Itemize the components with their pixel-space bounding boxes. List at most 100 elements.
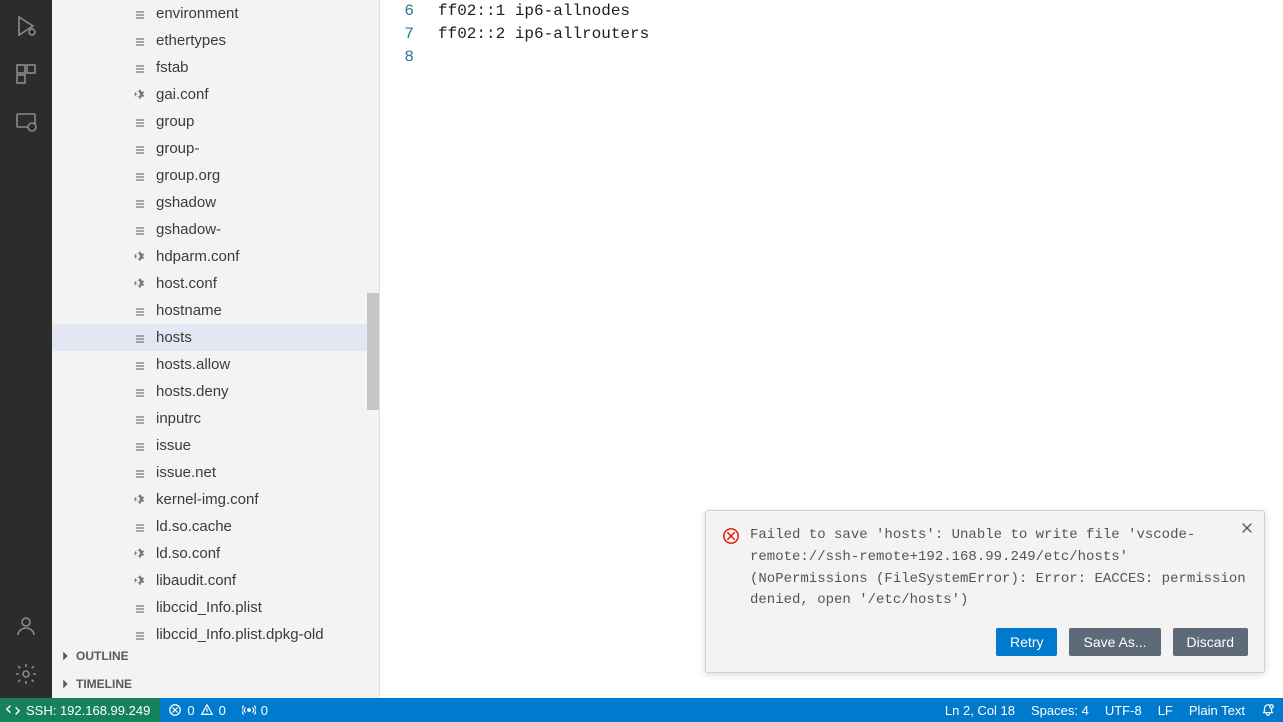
file-item-host-conf[interactable]: host.conf (52, 270, 379, 297)
gear-icon (132, 276, 148, 292)
file-label: hostname (156, 302, 222, 319)
file-item-kernel-img-conf[interactable]: kernel-img.conf (52, 486, 379, 513)
scrollbar-thumb[interactable] (367, 293, 379, 410)
file-item-environment[interactable]: environment (52, 0, 379, 27)
file-icon (132, 411, 148, 427)
file-item-group-[interactable]: group- (52, 135, 379, 162)
eol-indicator[interactable]: LF (1150, 698, 1181, 722)
ports-indicator[interactable]: 0 (234, 698, 276, 722)
gear-icon (132, 87, 148, 103)
file-tree[interactable]: environment ethertypesfstab gai.conf group g… (52, 0, 379, 642)
errors-count: 0 (187, 703, 194, 718)
file-item-libccid-Info-plist-dpkg-old[interactable]: libccid_Info.plist.dpkg-old (52, 621, 379, 642)
file-icon (132, 600, 148, 616)
timeline-label: TIMELINE (76, 677, 132, 691)
file-icon (132, 141, 148, 157)
language-mode[interactable]: Plain Text (1181, 698, 1253, 722)
settings-gear-icon[interactable] (0, 650, 52, 698)
file-item-gshadow[interactable]: gshadow (52, 189, 379, 216)
timeline-panel-header[interactable]: TIMELINE (52, 670, 379, 698)
remote-indicator[interactable]: SSH: 192.168.99.249 (0, 698, 160, 722)
file-icon (132, 438, 148, 454)
file-item-issue[interactable]: issue (52, 432, 379, 459)
file-label: hosts (156, 329, 192, 346)
file-icon (132, 114, 148, 130)
file-item-group-org[interactable]: group.org (52, 162, 379, 189)
file-label: gshadow- (156, 221, 221, 238)
chevron-right-icon (58, 649, 72, 663)
notification-toast: Failed to save 'hosts': Unable to write … (705, 510, 1265, 673)
file-label: group.org (156, 167, 220, 184)
file-label: issue.net (156, 464, 216, 481)
file-item-hdparm-conf[interactable]: hdparm.conf (52, 243, 379, 270)
file-item-hosts-deny[interactable]: hosts.deny (52, 378, 379, 405)
gear-icon (132, 249, 148, 265)
file-label: environment (156, 5, 239, 22)
file-icon (132, 627, 148, 643)
remote-host-label: SSH: 192.168.99.249 (26, 703, 150, 718)
explorer-sidebar: environment ethertypesfstab gai.conf group g… (52, 0, 380, 698)
file-label: hosts.allow (156, 356, 230, 373)
file-item-ld-so-cache[interactable]: ld.so.cache (52, 513, 379, 540)
file-item-group[interactable]: group (52, 108, 379, 135)
file-icon (132, 519, 148, 535)
editor-line[interactable]: 6ff02::1 ip6-allnodes (380, 0, 1283, 23)
close-icon[interactable] (1240, 521, 1254, 540)
editor-line[interactable]: 8 (380, 46, 1283, 69)
editor-area[interactable]: 6ff02::1 ip6-allnodes7ff02::2 ip6-allrou… (380, 0, 1283, 698)
indentation-indicator[interactable]: Spaces: 4 (1023, 698, 1097, 722)
ports-count: 0 (261, 703, 268, 718)
file-item-ld-so-conf[interactable]: ld.so.conf (52, 540, 379, 567)
gear-icon (132, 546, 148, 562)
file-label: hdparm.conf (156, 248, 239, 265)
file-icon (132, 330, 148, 346)
file-item-hosts-allow[interactable]: hosts.allow (52, 351, 379, 378)
activity-bar (0, 0, 52, 698)
file-icon (132, 357, 148, 373)
file-label: gai.conf (156, 86, 209, 103)
file-label: gshadow (156, 194, 216, 211)
file-item-libccid-Info-plist[interactable]: libccid_Info.plist (52, 594, 379, 621)
file-label: kernel-img.conf (156, 491, 259, 508)
discard-button[interactable]: Discard (1173, 628, 1248, 656)
outline-panel-header[interactable]: OUTLINE (52, 642, 379, 670)
notification-message: Failed to save 'hosts': Unable to write … (750, 525, 1248, 612)
extensions-icon[interactable] (0, 50, 52, 98)
retry-button[interactable]: Retry (996, 628, 1057, 656)
file-item-ethertypes[interactable]: ethertypes (52, 27, 379, 54)
error-icon (722, 527, 740, 550)
file-item-inputrc[interactable]: inputrc (52, 405, 379, 432)
gear-icon (132, 573, 148, 589)
problems-indicator[interactable]: 0 0 (160, 698, 233, 722)
file-item-issue-net[interactable]: issue.net (52, 459, 379, 486)
file-item-libaudit-conf[interactable]: libaudit.conf (52, 567, 379, 594)
file-icon (132, 222, 148, 238)
warnings-count: 0 (219, 703, 226, 718)
file-item-gshadow-[interactable]: gshadow- (52, 216, 379, 243)
file-icon (132, 33, 148, 49)
file-item-hosts[interactable]: hosts (52, 324, 379, 351)
editor-line[interactable]: 7ff02::2 ip6-allrouters (380, 23, 1283, 46)
file-label: ld.so.conf (156, 545, 220, 562)
file-label: group (156, 113, 194, 130)
remote-explorer-icon[interactable] (0, 98, 52, 146)
cursor-position[interactable]: Ln 2, Col 18 (937, 698, 1023, 722)
notifications-bell-icon[interactable] (1253, 698, 1283, 722)
line-number: 6 (380, 0, 438, 23)
run-debug-icon[interactable] (0, 2, 52, 50)
file-icon (132, 6, 148, 22)
file-item-fstab[interactable]: fstab (52, 54, 379, 81)
file-label: inputrc (156, 410, 201, 427)
file-label: issue (156, 437, 191, 454)
file-label: group- (156, 140, 199, 157)
file-icon (132, 168, 148, 184)
file-item-hostname[interactable]: hostname (52, 297, 379, 324)
file-item-gai-conf[interactable]: gai.conf (52, 81, 379, 108)
line-content: ff02::1 ip6-allnodes (438, 0, 630, 23)
file-label: hosts.deny (156, 383, 229, 400)
save-as-button[interactable]: Save As... (1069, 628, 1160, 656)
gear-icon (132, 492, 148, 508)
file-label: ld.so.cache (156, 518, 232, 535)
accounts-icon[interactable] (0, 602, 52, 650)
encoding-indicator[interactable]: UTF-8 (1097, 698, 1150, 722)
